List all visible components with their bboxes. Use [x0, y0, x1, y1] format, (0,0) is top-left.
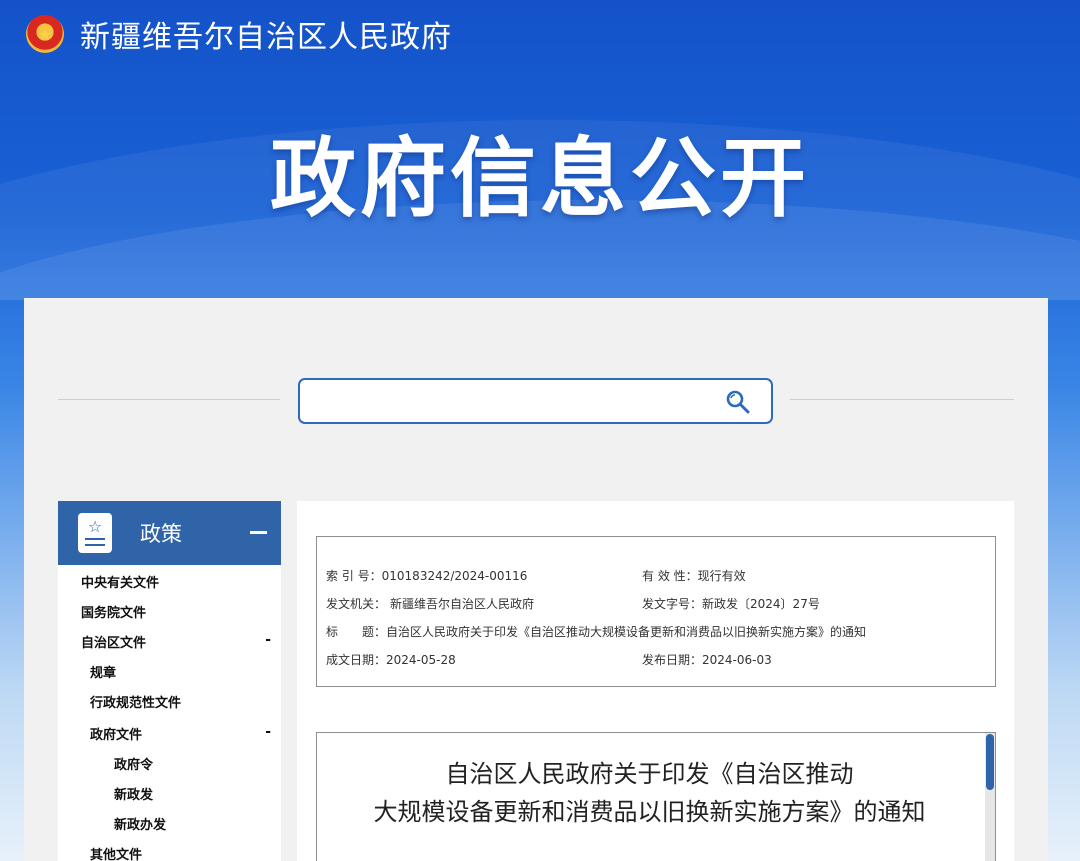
sidebar-item-normative-docs[interactable]: 行政规范性文件	[90, 692, 270, 711]
divider-left	[58, 399, 280, 400]
meta-doc-number: 发文字号：新政发〔2024〕27号	[642, 597, 820, 611]
sidebar-title: 政策	[140, 522, 182, 546]
article-viewer: 自治区人民政府关于印发《自治区推动 大规模设备更新和消费品以旧换新实施方案》的通…	[316, 732, 996, 861]
search-input[interactable]	[310, 386, 710, 416]
expand-toggle[interactable]: -	[265, 724, 271, 740]
site-name[interactable]: 新疆维吾尔自治区人民政府	[80, 12, 452, 56]
sidebar-item-region-docs[interactable]: 自治区文件 -	[81, 632, 281, 651]
document-content: 索 引 号：010183242/2024-00116 有 效 性：现行有效 发文…	[297, 501, 1014, 861]
sidebar-item-regulations[interactable]: 规章	[90, 662, 270, 681]
sidebar-item-xinzhengfa[interactable]: 新政发	[114, 784, 264, 803]
sidebar-header[interactable]: ☆ 政策	[58, 501, 281, 565]
site-header: ★ 新疆维吾尔自治区人民政府	[26, 12, 452, 56]
collapse-icon[interactable]	[250, 531, 267, 534]
main-panel: ☆ 政策 中央有关文件 国务院文件 自治区文件 - 规章 行政规范性文件 政府文…	[24, 298, 1048, 861]
search-bar	[298, 378, 773, 424]
article-title: 自治区人民政府关于印发《自治区推动 大规模设备更新和消费品以旧换新实施方案》的通…	[373, 760, 926, 826]
document-icon: ☆	[78, 513, 112, 553]
sidebar-item-government-docs[interactable]: 政府文件 -	[90, 724, 281, 743]
sidebar-item-other-docs[interactable]: 其他文件	[90, 844, 270, 861]
meta-index: 索 引 号：010183242/2024-00116	[326, 569, 528, 583]
banner-title: 政府信息公开	[270, 129, 810, 229]
sidebar-item-government-orders[interactable]: 政府令	[114, 754, 264, 773]
sidebar-item-state-council-docs[interactable]: 国务院文件	[81, 602, 271, 621]
meta-validity: 有 效 性：现行有效	[642, 569, 746, 583]
meta-published-date: 发布日期：2024-06-03	[642, 653, 772, 667]
meta-written-date: 成文日期：2024-05-28	[326, 653, 456, 667]
sidebar-item-xinzhengbanfa[interactable]: 新政办发	[114, 814, 264, 833]
sidebar-item-central-docs[interactable]: 中央有关文件	[81, 572, 271, 591]
scrollbar[interactable]	[985, 733, 995, 861]
search-icon[interactable]	[725, 389, 751, 415]
national-emblem-icon: ★	[26, 15, 64, 53]
document-meta-table: 索 引 号：010183242/2024-00116 有 效 性：现行有效 发文…	[316, 536, 996, 687]
scrollbar-thumb[interactable]	[986, 734, 994, 790]
expand-toggle[interactable]: -	[265, 632, 271, 648]
meta-title: 标 题：自治区人民政府关于印发《自治区推动大规模设备更新和消费品以旧换新实施方案…	[326, 625, 867, 639]
meta-issuer: 发文机关： 新疆维吾尔自治区人民政府	[326, 597, 535, 611]
policy-sidebar: ☆ 政策 中央有关文件 国务院文件 自治区文件 - 规章 行政规范性文件 政府文…	[58, 501, 281, 861]
divider-right	[790, 399, 1014, 400]
